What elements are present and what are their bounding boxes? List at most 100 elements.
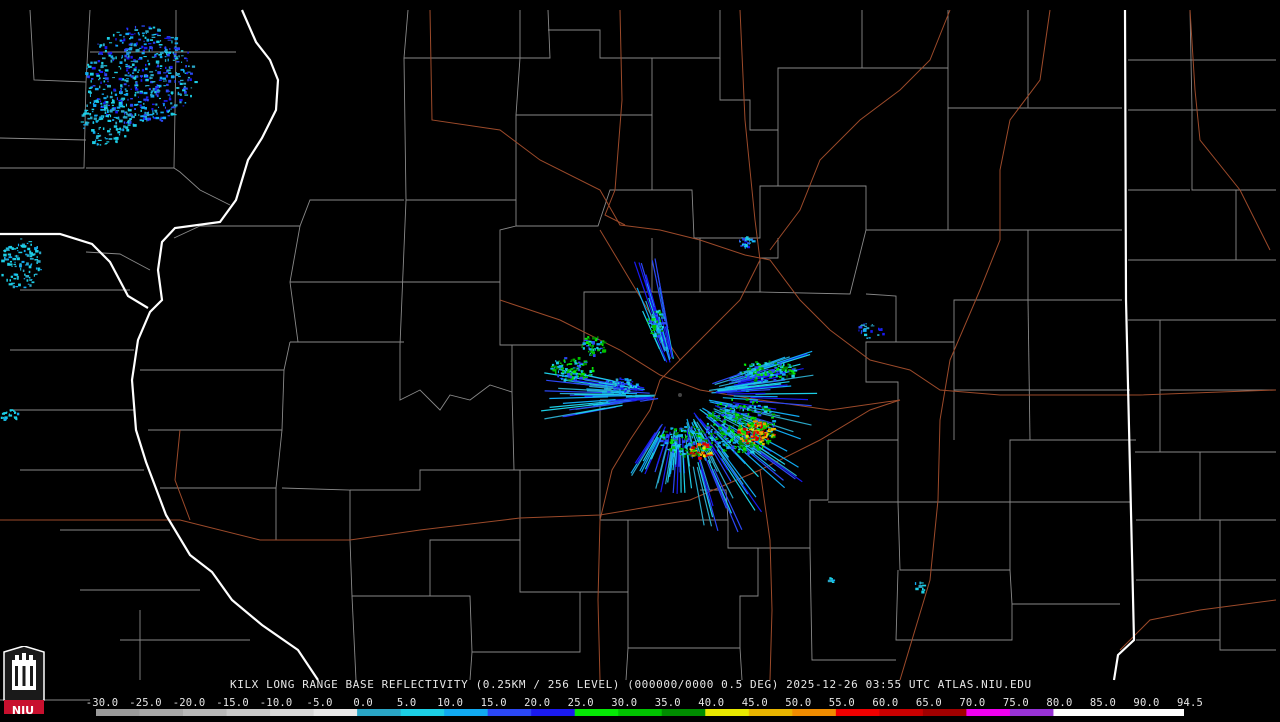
colorbar-segment: [749, 709, 793, 716]
colorbar-segment: [96, 709, 140, 716]
echo-pixel: [830, 578, 833, 579]
echo-pixel: [678, 447, 680, 450]
echo-pixel: [125, 64, 127, 65]
echo-pixel: [137, 104, 139, 106]
highway-lines: [0, 10, 1276, 680]
echo-pixel: [590, 355, 593, 356]
echo-pixel: [140, 92, 143, 94]
echo-pixel: [572, 369, 573, 370]
echo-pixel: [704, 434, 706, 436]
echo-pixel: [107, 109, 108, 112]
echo-pixel: [832, 581, 835, 583]
echo-pixel: [116, 140, 118, 143]
echo-pixel: [726, 427, 729, 429]
echo-pixel: [120, 87, 121, 89]
echo-pixel: [715, 438, 718, 439]
echo-pixel: [194, 81, 197, 83]
echo-pixel: [27, 243, 29, 244]
echo-pixel: [557, 374, 559, 377]
echo-pixel: [794, 370, 798, 372]
echo-pixel: [660, 320, 661, 322]
echo-pixel: [770, 374, 774, 376]
colorbar-segment: [401, 709, 445, 716]
echo-pixel: [704, 446, 706, 447]
echo-pixel: [649, 321, 653, 323]
highway-line: [760, 470, 772, 680]
echo-pixel: [135, 67, 137, 69]
echo-pixel: [603, 342, 607, 344]
echo-pixel: [761, 410, 762, 413]
echo-pixel: [128, 124, 131, 125]
echo-pixel: [100, 82, 101, 85]
echo-pixel: [863, 329, 867, 332]
echo-pixel: [101, 117, 103, 120]
echo-pixel: [136, 42, 138, 45]
echo-pixel: [16, 417, 17, 420]
echo-pixel: [18, 252, 22, 254]
echo-pixel: [190, 95, 192, 97]
echo-pixel: [181, 62, 182, 63]
county-line: [810, 548, 896, 660]
echo-pixel: [679, 447, 681, 450]
echo-pixel: [729, 433, 731, 435]
county-boundaries: [0, 10, 1276, 700]
echo-pixel: [134, 29, 138, 31]
echo-pixel: [659, 332, 661, 334]
echo-pixel: [681, 448, 684, 450]
echo-pixel: [683, 428, 684, 430]
echo-pixel: [739, 427, 742, 429]
echo-pixel: [760, 431, 763, 434]
echo-pixel: [602, 349, 606, 352]
colorbar-tick-label: 45.0: [742, 697, 768, 709]
echo-pixel: [115, 94, 117, 96]
echo-pixel: [27, 248, 30, 251]
echo-pixel: [882, 333, 885, 336]
echo-pixel: [159, 44, 163, 46]
echo-pixel: [741, 425, 742, 427]
echo-pixel: [138, 39, 141, 41]
echo-pixel: [593, 349, 594, 351]
echo-pixel: [597, 343, 601, 345]
echo-pixel: [747, 448, 748, 449]
echo-pixel: [733, 442, 737, 444]
colorbar-segment: [531, 709, 575, 716]
echo-pixel: [175, 58, 178, 59]
echo-pixel: [109, 138, 113, 140]
echo-pixel: [915, 582, 916, 585]
echo-pixel: [661, 445, 665, 446]
echo-pixel: [757, 425, 758, 428]
echo-pixel: [103, 109, 106, 111]
echo-pixel: [744, 413, 747, 414]
echo-pixel: [573, 359, 575, 362]
echo-pixel: [175, 72, 177, 74]
echo-pixel: [22, 261, 25, 263]
echo-pixel: [192, 66, 195, 68]
echo-pixel: [144, 107, 147, 110]
echo-pixel: [3, 417, 4, 419]
echo-pixel: [564, 357, 567, 359]
echo-pixel: [748, 423, 752, 424]
echo-pixel: [144, 41, 145, 42]
echo-pixel: [768, 409, 771, 411]
echo-pixel: [727, 430, 730, 433]
echo-pixel: [144, 92, 148, 94]
echo-pixel: [100, 109, 103, 111]
echo-pixel: [153, 42, 155, 44]
echo-pixel: [4, 257, 6, 259]
echo-pixel: [37, 260, 41, 263]
echo-pixel: [152, 81, 156, 82]
county-line: [1190, 10, 1276, 190]
echo-pixel: [99, 86, 100, 89]
echo-pixel: [120, 40, 123, 42]
echo-pixel: [743, 409, 745, 411]
echo-pixel: [181, 55, 184, 56]
echo-pixel: [706, 446, 710, 448]
county-line: [174, 200, 404, 238]
echo-pixel: [119, 34, 122, 36]
echo-pixel: [149, 114, 153, 116]
echo-pixel: [762, 436, 765, 439]
echo-pixel: [681, 430, 683, 432]
echo-pixel: [120, 67, 121, 69]
echo-pixel: [29, 265, 32, 268]
colorbar-segment: [488, 709, 532, 716]
